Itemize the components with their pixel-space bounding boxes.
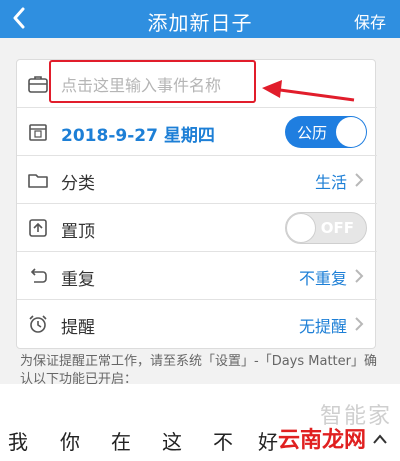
chevron-right-icon [355,317,364,331]
remind-row[interactable]: 提醒 无提醒 [17,300,377,348]
candidate-char[interactable]: 这 [162,426,182,455]
pin-label: 置顶 [61,222,95,242]
calendar-type-label: 公历 [297,124,328,142]
remind-label: 提醒 [61,318,95,338]
nav-bar: 添加新日子 保存 [0,0,400,38]
annotation-highlight-box [49,60,256,103]
toggle-knob [286,213,316,243]
pin-row: 置顶 OFF [17,204,377,252]
date-value: 2018-9-27 星期四 [61,126,215,146]
category-label: 分类 [61,174,95,194]
alarm-clock-icon [29,315,47,333]
pin-toggle-label: OFF [320,219,354,237]
repeat-label: 重复 [61,270,95,290]
pin-toggle[interactable]: OFF [285,212,367,244]
page-title: 添加新日子 [147,11,253,35]
candidate-char[interactable]: 不 [213,426,233,455]
repeat-value: 不重复 [298,269,347,288]
candidate-char[interactable]: 好 [258,426,278,455]
chevron-right-icon [355,269,364,283]
chevron-up-icon[interactable] [372,432,388,446]
save-button[interactable]: 保存 [354,9,386,33]
calendar-icon [29,124,47,141]
pin-top-icon [29,219,47,237]
candidate-char[interactable]: 在 [111,426,131,455]
candidate-char[interactable]: 我 [8,426,28,455]
briefcase-icon [28,76,48,93]
repeat-row[interactable]: 重复 不重复 [17,252,377,300]
remind-value: 无提醒 [298,317,347,336]
folder-icon [28,174,48,188]
calendar-type-toggle[interactable]: 公历 [285,116,367,148]
annotation-arrow-icon [262,80,355,102]
candidate-char[interactable]: 你 [60,426,80,455]
category-value: 生活 [314,173,347,192]
repeat-icon [30,268,47,283]
toggle-knob [336,117,366,147]
date-row[interactable]: 2018-9-27 星期四 公历 [17,108,377,156]
chevron-right-icon [355,173,364,187]
watermark-bottom: 云南龙网 [277,428,366,453]
keyboard-candidate-bar: 智能家 我 你 在 这 不 好 云南龙网 [0,384,400,461]
category-row[interactable]: 分类 生活 [17,156,377,204]
